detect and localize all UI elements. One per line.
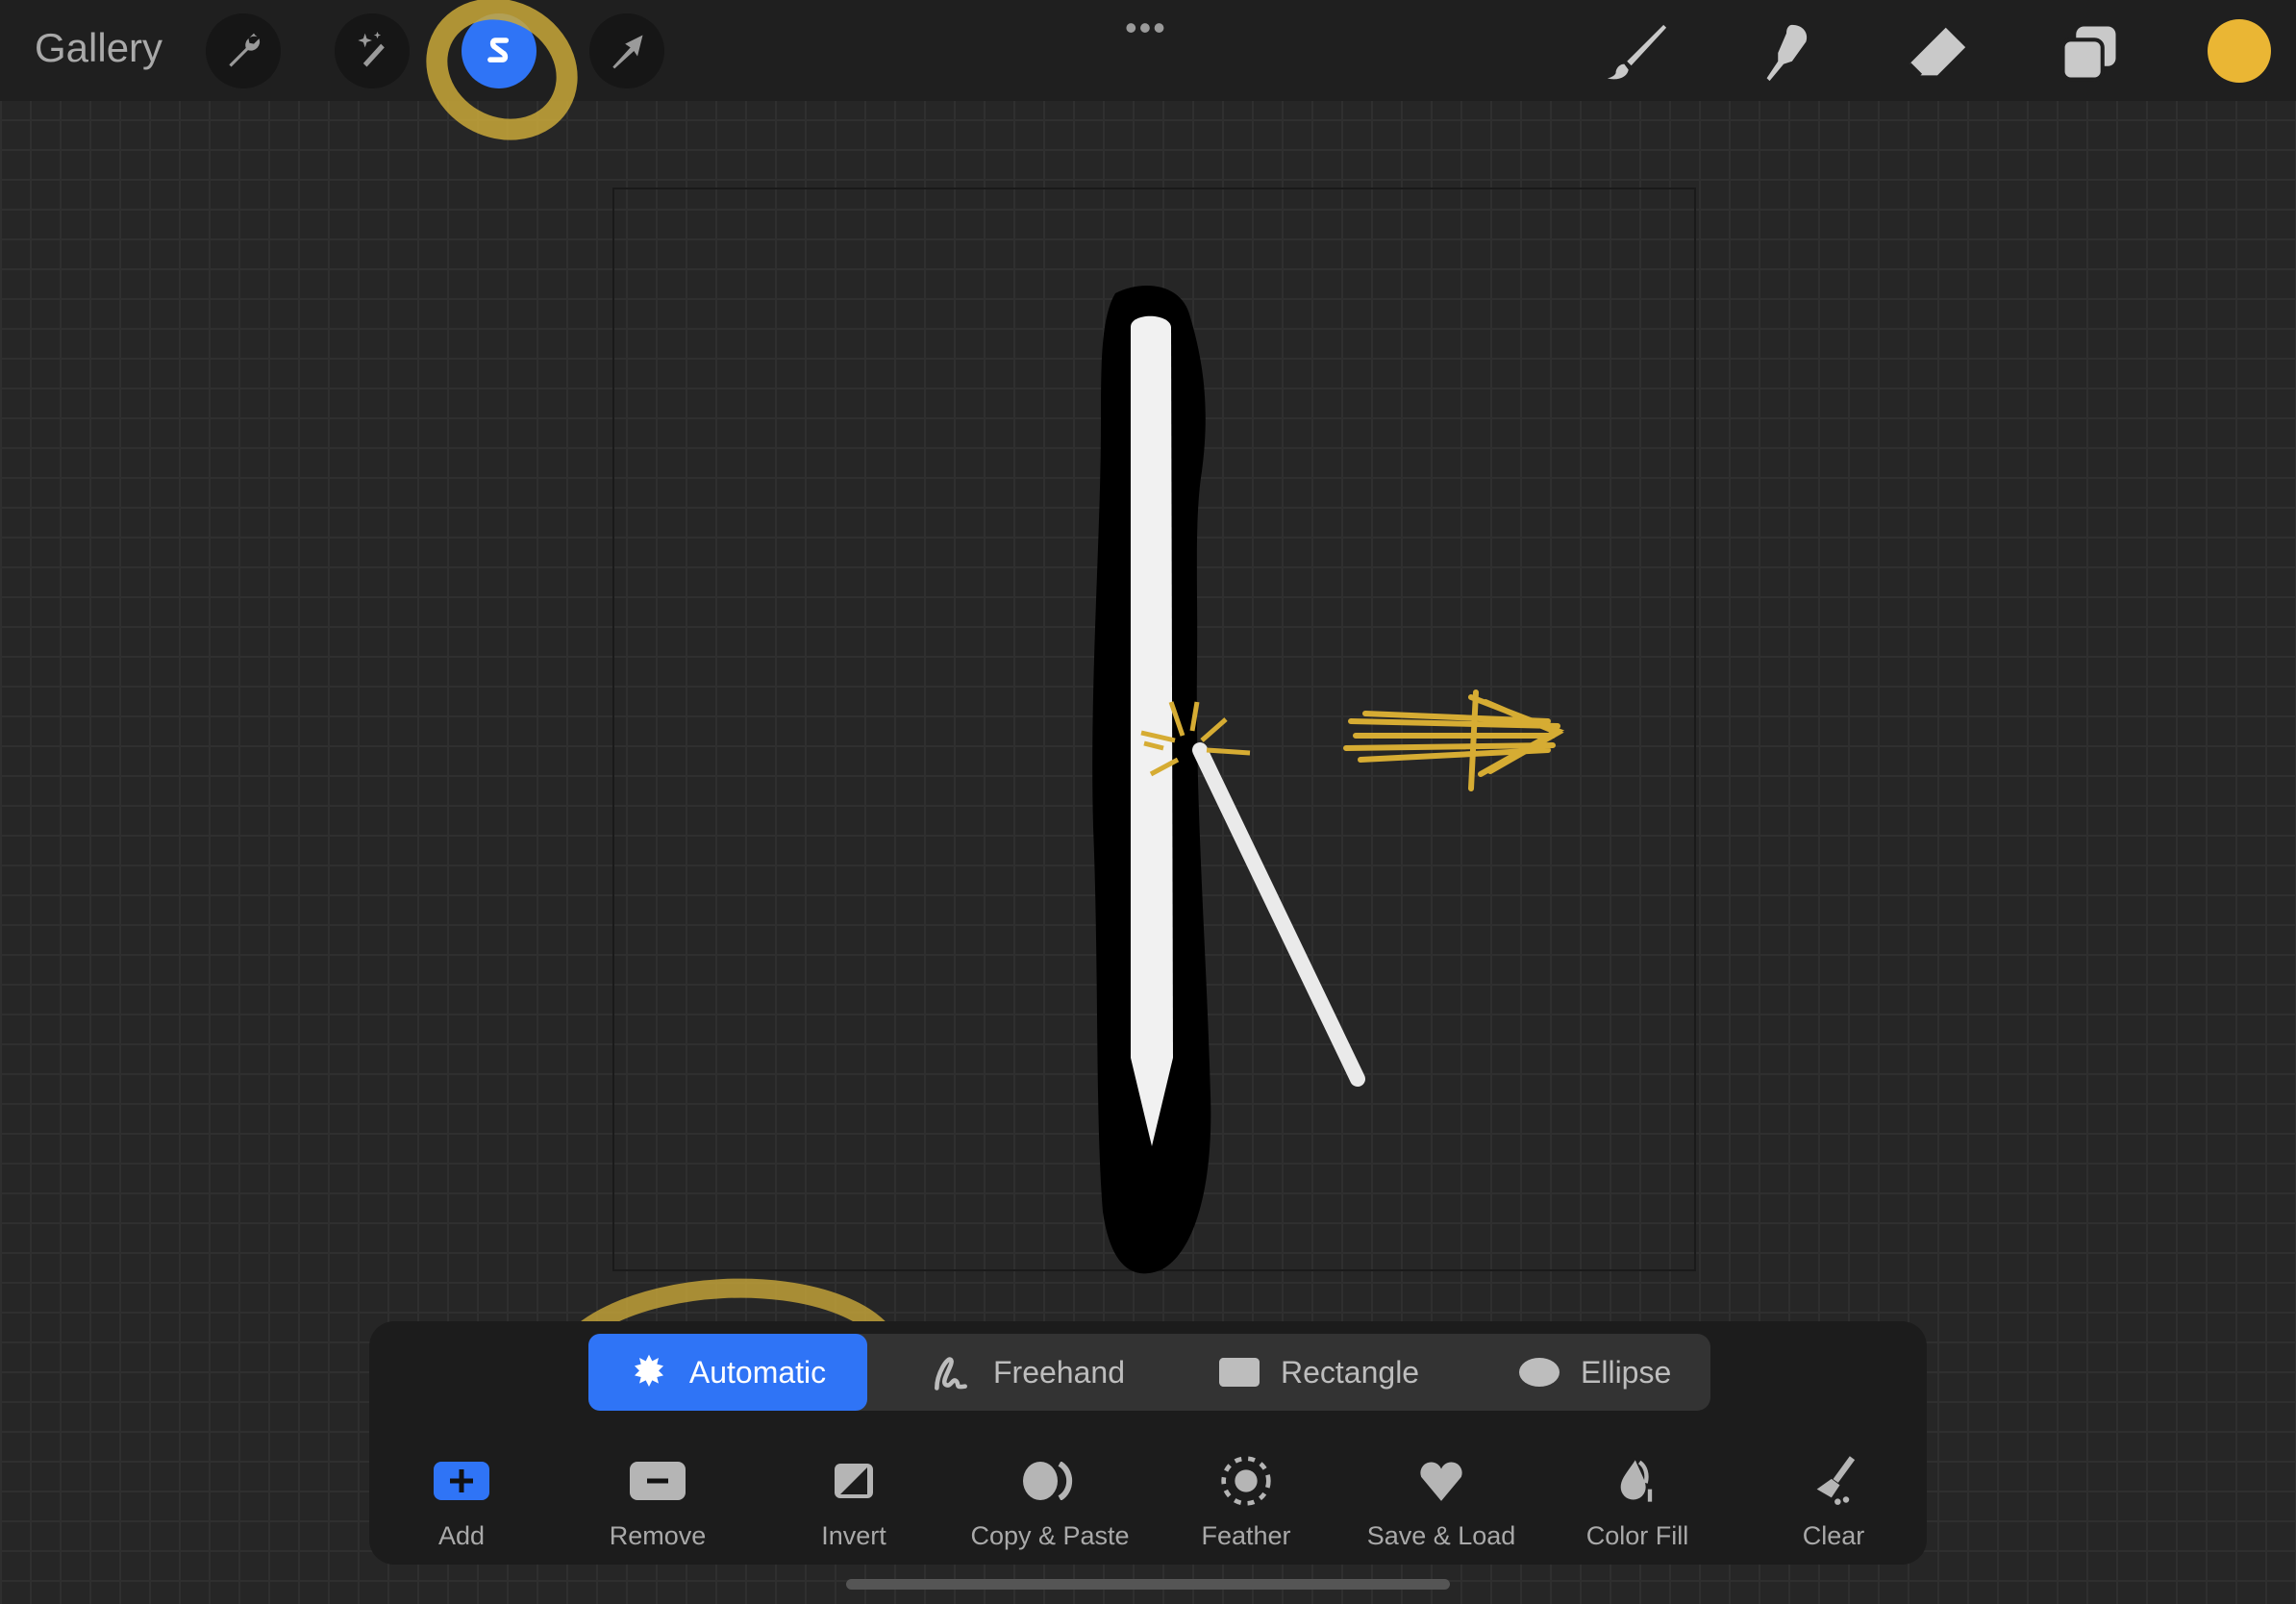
tool-label: Feather <box>1201 1521 1291 1550</box>
minus-icon <box>630 1462 686 1500</box>
eraser-button[interactable] <box>1904 19 1971 87</box>
brush-icon <box>1607 24 1667 80</box>
remove-button[interactable]: Remove <box>562 1454 754 1551</box>
transform-button[interactable] <box>589 13 664 88</box>
copy-paste-icon <box>1023 1462 1073 1500</box>
home-indicator[interactable] <box>846 1579 1450 1590</box>
invert-button[interactable]: Invert <box>758 1454 950 1551</box>
color-fill-icon <box>1620 1460 1653 1502</box>
tool-label: Clear <box>1802 1521 1865 1550</box>
ellipse-icon <box>1519 1358 1560 1387</box>
mode-label: Freehand <box>993 1354 1125 1390</box>
smudge-button[interactable] <box>1753 19 1820 87</box>
layers-button[interactable] <box>2056 19 2123 87</box>
selection-icon <box>487 38 510 63</box>
tool-label: Color Fill <box>1585 1521 1689 1550</box>
rectangle-icon <box>1219 1358 1260 1387</box>
mode-label: Ellipse <box>1581 1354 1672 1390</box>
gallery-button[interactable]: Gallery <box>35 25 162 71</box>
selection-panel: Automatic Freehand Rectangle Ellipse Add… <box>369 1321 1927 1565</box>
tool-label: Remove <box>609 1521 707 1550</box>
wrench-icon <box>229 33 261 67</box>
tool-label: Copy & Paste <box>970 1521 1130 1550</box>
brush-button[interactable] <box>1602 19 1669 87</box>
smudge-icon <box>1766 24 1808 82</box>
clear-brush-icon <box>1816 1456 1856 1505</box>
mode-label: Rectangle <box>1281 1354 1420 1390</box>
drawing-canvas[interactable] <box>612 188 1696 1271</box>
save-load-button[interactable]: Save & Load <box>1345 1454 1537 1551</box>
heart-icon <box>1420 1462 1462 1501</box>
tool-label: Save & Load <box>1366 1521 1516 1550</box>
mode-label: Automatic <box>688 1354 827 1390</box>
arrow-cursor-icon <box>612 35 643 69</box>
magic-wand-icon <box>358 31 385 67</box>
more-options-button[interactable]: ••• <box>1125 8 1167 48</box>
add-button[interactable]: Add <box>365 1454 558 1551</box>
invert-icon <box>835 1464 873 1498</box>
mode-rectangle[interactable]: Rectangle <box>1219 1334 1419 1411</box>
mode-automatic[interactable]: Automatic <box>588 1334 867 1411</box>
adjustments-magic-button[interactable] <box>335 13 410 88</box>
tool-label: Add <box>437 1521 486 1550</box>
plus-icon <box>434 1462 489 1500</box>
selection-button[interactable] <box>462 13 537 88</box>
selection-mode-segmented-control: Automatic Freehand Rectangle Ellipse <box>588 1334 1710 1411</box>
tool-label: Invert <box>821 1521 886 1550</box>
clear-button[interactable]: Clear <box>1737 1454 1930 1551</box>
color-fill-button[interactable]: Color Fill <box>1541 1454 1734 1551</box>
adjustments-button[interactable] <box>206 13 281 88</box>
eraser-icon <box>1908 27 1966 77</box>
copy-paste-button[interactable]: Copy & Paste <box>954 1454 1146 1551</box>
feather-button[interactable]: Feather <box>1150 1454 1342 1551</box>
layers-icon <box>2060 26 2116 82</box>
starburst-icon <box>634 1354 663 1387</box>
top-toolbar: Gallery ••• <box>0 0 2296 101</box>
color-picker-button[interactable] <box>2208 19 2271 83</box>
mode-freehand[interactable]: Freehand <box>930 1334 1125 1411</box>
freehand-icon <box>935 1357 967 1391</box>
feather-icon <box>1221 1456 1271 1506</box>
mode-ellipse[interactable]: Ellipse <box>1519 1334 1671 1411</box>
